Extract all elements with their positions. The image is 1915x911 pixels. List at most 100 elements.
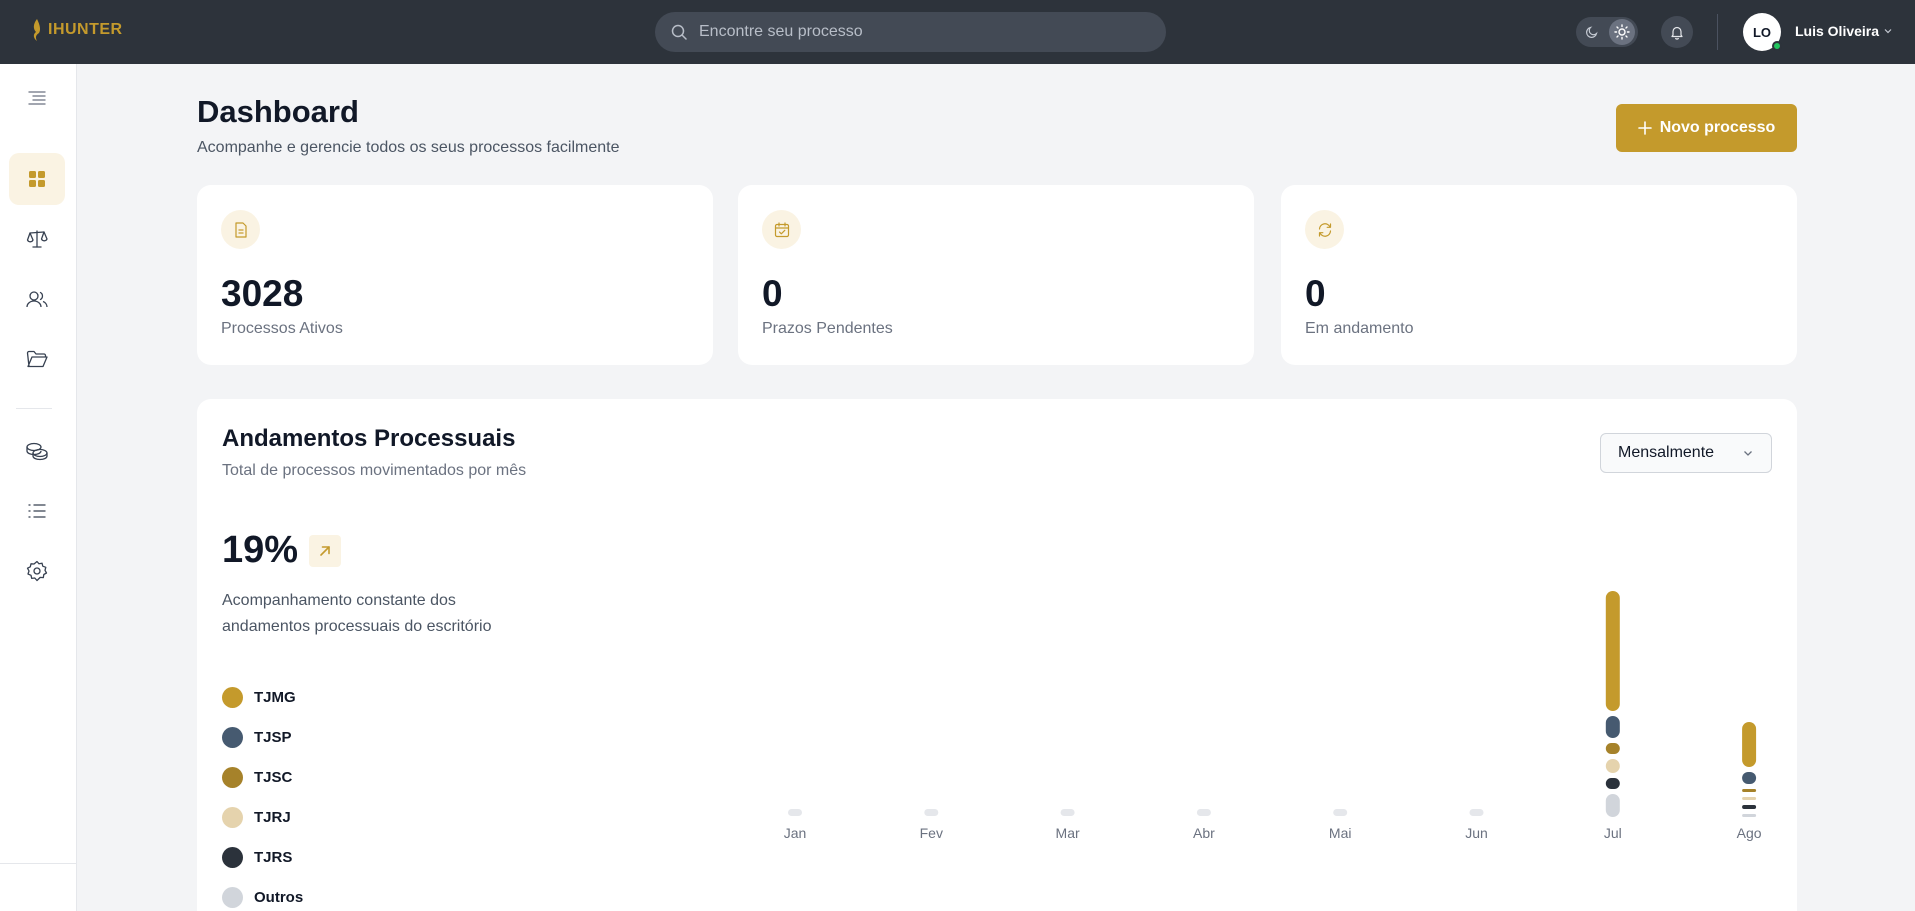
legend-label: TJRS: [254, 849, 293, 866]
stat-label: Prazos Pendentes: [762, 320, 893, 337]
legend-item[interactable]: TJSC: [222, 767, 292, 788]
brand-name: IHUNTER: [48, 21, 123, 38]
stat-card-pending-deadlines: 0 Prazos Pendentes: [738, 185, 1254, 365]
new-process-button[interactable]: Novo processo: [1616, 104, 1797, 152]
bar-segment[interactable]: [1742, 722, 1757, 767]
bar-segment[interactable]: [1605, 743, 1620, 754]
legend-item[interactable]: TJRJ: [222, 807, 291, 828]
gear-icon: [26, 560, 48, 582]
avatar-initials: LO: [1752, 24, 1772, 40]
sidebar-item-tasks[interactable]: [9, 485, 65, 537]
x-axis-label: Jul: [1604, 825, 1622, 841]
bar-segment[interactable]: [1605, 716, 1620, 738]
bar-empty[interactable]: [788, 809, 802, 816]
legend-item[interactable]: TJRS: [222, 847, 292, 868]
search-input[interactable]: [699, 23, 1139, 41]
x-axis-label: Jan: [784, 825, 807, 841]
legend-item[interactable]: TJMG: [222, 687, 296, 708]
bar-segment[interactable]: [1605, 591, 1620, 711]
stat-card-in-progress: 0 Em andamento: [1281, 185, 1797, 365]
bar-segment[interactable]: [1605, 778, 1620, 789]
plus-icon: [1637, 121, 1652, 135]
search-icon: [671, 24, 687, 40]
bar-empty[interactable]: [1060, 809, 1075, 816]
legend-dot: [222, 887, 243, 908]
bar-segment[interactable]: [1605, 759, 1620, 773]
topbar-divider: [1717, 14, 1718, 50]
growth-percent: 19%: [222, 529, 299, 571]
calendar-check-icon: [774, 221, 789, 237]
sidebar-item-clients[interactable]: [9, 273, 65, 325]
growth-description: Acompanhamento constante dos andamentos …: [222, 592, 492, 635]
dashboard-icon: [29, 171, 45, 187]
legend-item[interactable]: TJSP: [222, 727, 292, 748]
trend-badge: [309, 535, 341, 567]
sidebar-item-documents[interactable]: [9, 333, 65, 385]
users-icon: [26, 291, 48, 308]
legend-label: TJSC: [254, 769, 293, 786]
x-axis-label: Mar: [1056, 825, 1080, 841]
sidebar-item-financial[interactable]: [9, 425, 65, 477]
user-menu[interactable]: Luis Oliveira: [1795, 23, 1893, 39]
coins-icon: [26, 442, 48, 461]
dark-mode-button[interactable]: [1579, 19, 1605, 45]
arrow-up-right-icon: [320, 546, 330, 556]
avatar[interactable]: LO: [1743, 13, 1782, 51]
stat-value: 0: [762, 273, 783, 314]
theme-toggle[interactable]: [1576, 17, 1638, 47]
sun-icon: [1614, 24, 1630, 40]
legend-dot: [222, 687, 243, 708]
legend-item[interactable]: Outros: [222, 887, 303, 908]
bar-empty[interactable]: [1196, 809, 1211, 816]
stat-value: 3028: [221, 273, 304, 314]
sidebar: [0, 64, 77, 911]
bar-segment[interactable]: [1605, 794, 1620, 817]
list-icon: [28, 504, 46, 518]
bar-segment[interactable]: [1742, 797, 1757, 800]
search-bar[interactable]: [655, 12, 1166, 52]
bar-empty[interactable]: [924, 809, 939, 816]
chevron-down-icon: [1884, 29, 1892, 34]
bar-segment[interactable]: [1742, 814, 1757, 817]
period-select-value: Mensalmente: [1618, 444, 1715, 461]
x-axis-label: Jun: [1465, 825, 1488, 841]
sidebar-item-settings[interactable]: [9, 545, 65, 597]
legend-dot: [222, 807, 243, 828]
bell-icon: [1671, 26, 1683, 40]
legend-dot: [222, 847, 243, 868]
logo[interactable]: IHUNTER: [30, 18, 123, 42]
notifications-button[interactable]: [1661, 16, 1693, 48]
bar-segment[interactable]: [1742, 805, 1757, 809]
stat-card-active-processes: 3028 Processos Ativos: [197, 185, 713, 365]
bar-empty[interactable]: [1469, 809, 1484, 816]
chevron-down-icon: [1744, 451, 1752, 456]
legend-dot: [222, 727, 243, 748]
x-axis-label: Fev: [920, 825, 943, 841]
light-mode-button[interactable]: [1609, 19, 1635, 45]
page-title: Dashboard: [197, 94, 359, 129]
card-icon-wrap: [1305, 210, 1344, 249]
sidebar-item-processes[interactable]: [9, 213, 65, 265]
bar-segment[interactable]: [1742, 789, 1757, 792]
stat-label: Em andamento: [1305, 320, 1414, 337]
x-axis-label: Mai: [1329, 825, 1352, 841]
legend-label: TJRJ: [254, 809, 291, 826]
legend-label: TJMG: [254, 689, 296, 706]
page-subtitle: Acompanhe e gerencie todos os seus proce…: [197, 139, 620, 156]
bar-segment[interactable]: [1742, 772, 1757, 784]
legend-dot: [222, 767, 243, 788]
logo-icon: [33, 19, 41, 41]
stat-label: Processos Ativos: [221, 320, 343, 337]
moon-icon: [1586, 26, 1598, 38]
legend-label: TJSP: [254, 729, 292, 746]
sidebar-separator: [16, 408, 52, 409]
bar-empty[interactable]: [1333, 809, 1348, 816]
top-bar: IHUNTER Encontre seu processo LO Luis Ol…: [0, 0, 1915, 64]
period-select[interactable]: Mensalmente: [1600, 433, 1772, 473]
sidebar-toggle-button[interactable]: [9, 72, 65, 124]
panel-subtitle: Total de processos movimentados por mês: [222, 462, 527, 479]
progress-chart-panel: Andamentos Processuais Total de processo…: [197, 399, 1797, 911]
refresh-icon: [1318, 222, 1331, 237]
online-status-dot: [1772, 41, 1782, 51]
sidebar-item-dashboard[interactable]: [9, 153, 65, 205]
